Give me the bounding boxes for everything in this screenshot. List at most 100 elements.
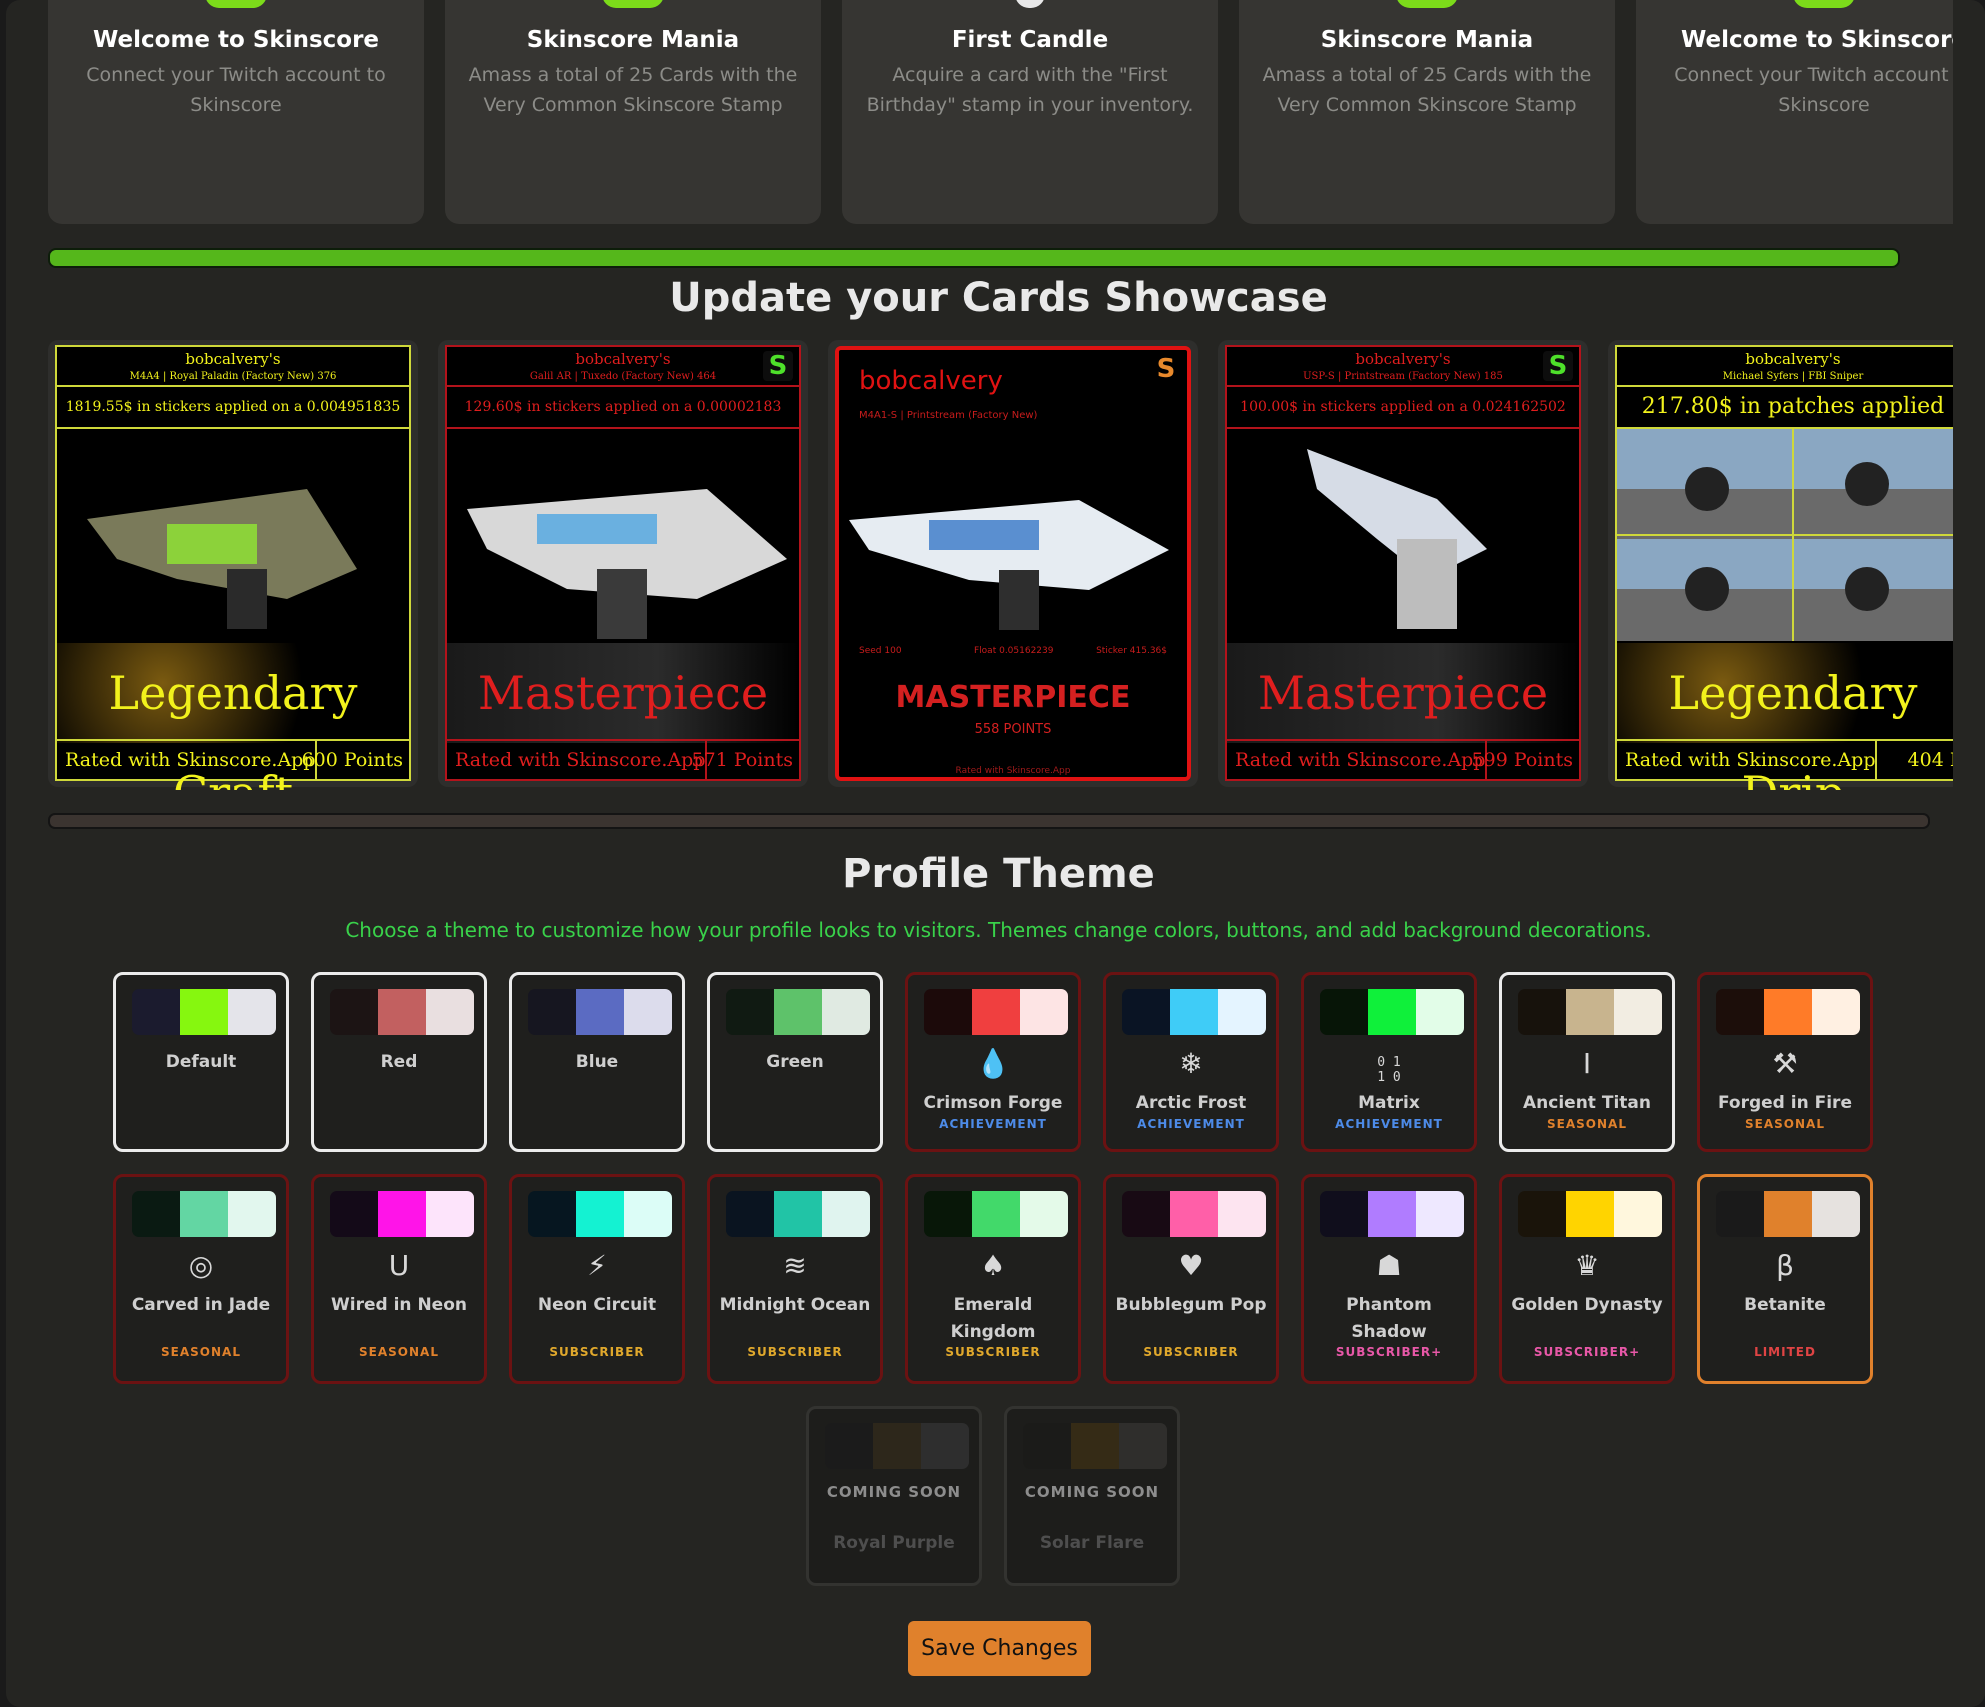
theme-card-betanite[interactable]: β Betanite LIMITED xyxy=(1697,1174,1873,1384)
card-item: M4A4 | Royal Paladin (Factory New) 376 xyxy=(129,371,337,382)
card-item: Michael Syfers | FBI Sniper xyxy=(1722,371,1864,382)
card-points: 404 Points xyxy=(1907,749,1953,771)
theme-tag: ACHIEVEMENT xyxy=(939,1117,1047,1131)
theme-card-neon-circuit[interactable]: ⚡ Neon Circuit SUBSCRIBER xyxy=(509,1174,685,1384)
showcase-card[interactable]: bobcalvery's M4A4 | Royal Paladin (Factor… xyxy=(48,340,418,790)
achievement-card[interactable]: Welcome to Skinscore Connect your Twitch… xyxy=(48,0,424,224)
weapon-image xyxy=(1227,429,1579,641)
achievement-title: First Candle xyxy=(951,27,1109,53)
showcase-title: Update your Cards Showcase xyxy=(669,275,1328,321)
coming-soon-label: COMING SOON xyxy=(826,1483,962,1501)
achievement-title: Skinscore Mania xyxy=(526,27,740,53)
skinscore-logo-icon: S xyxy=(763,351,793,381)
theme-name: Crimson Forge xyxy=(923,1093,1063,1113)
card-footer: Rated with Skinscore.App xyxy=(955,766,1071,776)
crown-icon: ♛ xyxy=(1574,1249,1600,1282)
theme-card-bubblegum-pop[interactable]: ♥ Bubblegum Pop SUBSCRIBER xyxy=(1103,1174,1279,1384)
color-swatches xyxy=(1122,989,1266,1035)
theme-card-royal-purple[interactable]: COMING SOON Royal Purple xyxy=(806,1406,982,1586)
achievement-title: Welcome to Skinscore xyxy=(92,27,380,53)
card-owner: bobcalvery's xyxy=(1745,350,1841,368)
color-swatches xyxy=(528,1191,672,1237)
showcase-card[interactable]: bobcalvery's USP-S | Printstream (Factory… xyxy=(1218,340,1588,787)
magnet-icon: U xyxy=(388,1249,410,1282)
theme-name: Carved in Jade xyxy=(131,1295,271,1315)
achievement-card[interactable]: Skinscore Mania Amass a total of 25 Card… xyxy=(445,0,821,224)
card-stickers: 129.60$ in stickers applied on a 0.00002… xyxy=(447,387,799,455)
color-swatches xyxy=(1122,1191,1266,1237)
theme-name: Neon Circuit xyxy=(537,1295,657,1315)
theme-name: Red xyxy=(380,1052,418,1072)
theme-name: Green xyxy=(766,1052,824,1072)
card-rating: MASTERPIECE xyxy=(895,680,1131,715)
card-owner: bobcalvery's xyxy=(575,350,671,368)
theme-tag: SUBSCRIBER xyxy=(747,1345,843,1359)
theme-tag: SEASONAL xyxy=(359,1345,439,1359)
theme-tag: SUBSCRIBER+ xyxy=(1335,1345,1443,1359)
achievement-card[interactable]: Skinscore Mania Amass a total of 25 Card… xyxy=(1239,0,1615,224)
theme-card-emerald-kingdom[interactable]: ♠ Emerald Kingdom SUBSCRIBER xyxy=(905,1174,1081,1384)
theme-tag: LIMITED xyxy=(1754,1345,1816,1359)
card-stickers: 100.00$ in stickers applied on a 0.02416… xyxy=(1227,387,1579,455)
save-changes-button[interactable]: Save Changes xyxy=(908,1621,1091,1676)
achievement-icon xyxy=(1396,0,1458,8)
color-swatches xyxy=(330,1191,474,1237)
theme-card-wired-in-neon[interactable]: U Wired in Neon SEASONAL xyxy=(311,1174,487,1384)
color-swatches xyxy=(132,989,276,1035)
theme-card-midnight-ocean[interactable]: ≋ Midnight Ocean SUBSCRIBER xyxy=(707,1174,883,1384)
theme-card-carved-in-jade[interactable]: ◎ Carved in Jade SEASONAL xyxy=(113,1174,289,1384)
theme-name: Solar Flare xyxy=(1039,1533,1145,1553)
theme-card-arctic-frost[interactable]: ❄ Arctic Frost ACHIEVEMENT xyxy=(1103,972,1279,1152)
theme-name: Wired in Neon xyxy=(331,1295,467,1315)
theme-card-solar-flare[interactable]: COMING SOON Solar Flare xyxy=(1004,1406,1180,1586)
anvil-icon: ⚒ xyxy=(1772,1047,1798,1080)
theme-name: Matrix xyxy=(1358,1093,1420,1113)
showcase-card[interactable]: bobcalvery's Michael Syfers | FBI Sniper … xyxy=(1608,340,1953,790)
card-stickers: 217.80$ in patches applied xyxy=(1617,387,1953,429)
achievement-card[interactable]: First Candle Acquire a card with the "Fi… xyxy=(842,0,1218,224)
theme-card-green[interactable]: Green xyxy=(707,972,883,1152)
theme-card-phantom-shadow[interactable]: ☗ Phantom Shadow SUBSCRIBER+ xyxy=(1301,1174,1477,1384)
color-swatches xyxy=(825,1423,969,1469)
theme-card-default[interactable]: Default xyxy=(113,972,289,1152)
card-footer: Rated with Skinscore.App xyxy=(1235,749,1486,771)
theme-card-red[interactable]: Red xyxy=(311,972,487,1152)
showcase-scrollbar[interactable] xyxy=(48,813,1930,829)
theme-card-forged-in-fire[interactable]: ⚒ Forged in Fire SEASONAL xyxy=(1697,972,1873,1152)
achievement-desc: Amass a total of 25 Cards with the Very … xyxy=(468,64,798,116)
theme-card-ancient-titan[interactable]: Ⅰ Ancient Titan SEASONAL xyxy=(1499,972,1675,1152)
color-swatches xyxy=(1518,1191,1662,1237)
color-swatches xyxy=(132,1191,276,1237)
theme-name: Midnight Ocean xyxy=(719,1295,871,1315)
showcase-card-selected[interactable]: bobcalvery S M4A1-S | Printstream (Facto… xyxy=(828,340,1198,787)
theme-name: Forged in Fire xyxy=(1718,1093,1852,1113)
color-swatches xyxy=(1716,989,1860,1035)
weapon-image xyxy=(447,429,799,641)
theme-tag: SUBSCRIBER xyxy=(549,1345,645,1359)
theme-card-matrix[interactable]: 0 1 1 0 Matrix ACHIEVEMENT xyxy=(1301,972,1477,1152)
achievement-card[interactable]: Welcome to Skinscore Connect your Twitch… xyxy=(1636,0,1953,224)
theme-name: Golden Dynasty xyxy=(1511,1295,1663,1315)
skinscore-logo-icon: S xyxy=(1543,351,1573,381)
card-footer: Rated with Skinscore.App xyxy=(1625,749,1876,771)
achievement-title: Skinscore Mania xyxy=(1320,27,1534,53)
showcase-card[interactable]: bobcalvery's Galil AR | Tuxedo (Factory N… xyxy=(438,340,808,787)
color-swatches xyxy=(1518,989,1662,1035)
snowflake-icon: ❄ xyxy=(1179,1047,1203,1080)
pillar-icon: Ⅰ xyxy=(1582,1047,1592,1080)
card-float: Float 0.05162239 xyxy=(974,646,1054,656)
agent-image xyxy=(1617,429,1953,641)
theme-card-crimson-forge[interactable]: 💧 Crimson Forge ACHIEVEMENT xyxy=(905,972,1081,1152)
card-owner: bobcalvery's xyxy=(185,350,281,368)
achievements-scrollbar[interactable] xyxy=(48,248,1900,268)
theme-name: Ancient Titan xyxy=(1523,1093,1651,1113)
theme-tag: SEASONAL xyxy=(161,1345,241,1359)
theme-card-blue[interactable]: Blue xyxy=(509,972,685,1152)
color-swatches xyxy=(1023,1423,1167,1469)
theme-tag: ACHIEVEMENT xyxy=(1335,1117,1443,1131)
theme-tag: ACHIEVEMENT xyxy=(1137,1117,1245,1131)
theme-name: Bubblegum Pop xyxy=(1115,1295,1267,1315)
theme-card-golden-dynasty[interactable]: ♛ Golden Dynasty SUBSCRIBER+ xyxy=(1499,1174,1675,1384)
achievement-desc: Connect your Twitch account to Skinscore xyxy=(1674,64,1953,116)
card-points: 571 Points xyxy=(691,749,793,771)
